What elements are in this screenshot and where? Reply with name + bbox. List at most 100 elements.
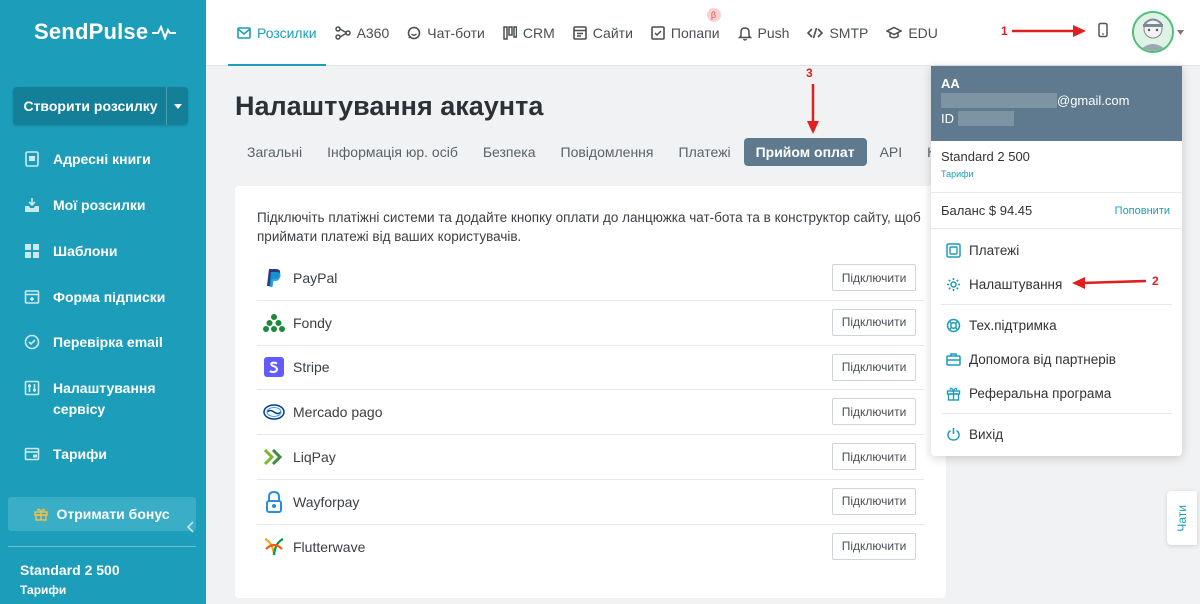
list-item: Fondy Підключити bbox=[257, 301, 924, 346]
liqpay-icon bbox=[263, 446, 285, 468]
gift-icon bbox=[34, 508, 49, 521]
avatar[interactable] bbox=[1132, 11, 1174, 53]
gift-icon bbox=[945, 385, 961, 401]
page-title: Налаштування акаунта bbox=[235, 91, 544, 121]
sidebar-item-label: Мої розсилки bbox=[53, 197, 146, 213]
power-icon bbox=[945, 426, 961, 442]
tab-legal-info[interactable]: Інформація юр. осіб bbox=[315, 138, 470, 166]
account-balance: Баланс $ 94.45 bbox=[941, 203, 1033, 218]
create-campaign-button[interactable]: Створити розсилку bbox=[13, 87, 188, 125]
address-book-icon bbox=[24, 151, 40, 167]
topnav-item-sites[interactable]: Сайти bbox=[564, 0, 642, 66]
topnav-item-smtp[interactable]: SMTP bbox=[798, 0, 877, 66]
graduation-cap-icon bbox=[886, 26, 903, 40]
provider-name: Wayforpay bbox=[293, 493, 360, 510]
chevron-down-icon[interactable] bbox=[1177, 27, 1184, 37]
connect-wayforpay-button[interactable]: Підключити bbox=[832, 487, 916, 515]
logo[interactable]: SendPulse bbox=[34, 19, 177, 45]
sidebar: SendPulse Створити розсилку Адресні книг… bbox=[0, 0, 206, 604]
chevron-down-icon[interactable] bbox=[166, 87, 188, 125]
pulse-icon bbox=[152, 24, 177, 40]
topnav-item-edu[interactable]: EDU bbox=[877, 0, 947, 66]
sidebar-item-templates[interactable]: Шаблони bbox=[0, 241, 137, 262]
connect-liqpay-button[interactable]: Підключити bbox=[832, 443, 916, 471]
topnav-label: EDU bbox=[908, 25, 938, 41]
menu-item-partners[interactable]: Допомога від партнерів bbox=[931, 342, 1182, 376]
topnav-label: SMTP bbox=[829, 25, 869, 41]
tab-general[interactable]: Загальні bbox=[235, 138, 314, 166]
provider-name: Fondy bbox=[293, 314, 332, 331]
list-item: LiqPay Підключити bbox=[257, 435, 924, 480]
automation-icon bbox=[334, 26, 351, 40]
sidebar-divider bbox=[8, 546, 196, 547]
account-plan-link[interactable]: Тарифи bbox=[941, 169, 1172, 179]
redacted-block bbox=[941, 93, 1057, 108]
connect-mercado-pago-button[interactable]: Підключити bbox=[832, 398, 916, 426]
account-balance-row: Баланс $ 94.45 Поповнити bbox=[931, 193, 1182, 229]
topnav-item-popups[interactable]: Попапи β bbox=[642, 0, 729, 66]
settings-tabs: Загальні Інформація юр. осіб Безпека Пов… bbox=[235, 138, 948, 166]
annotation-number-1: 1 bbox=[1001, 24, 1008, 38]
tab-payments[interactable]: Платежі bbox=[667, 138, 743, 166]
topnav-item-push[interactable]: Push bbox=[729, 0, 799, 66]
mobile-app-icon[interactable] bbox=[1098, 22, 1108, 41]
account-plan-name: Standard 2 500 bbox=[941, 149, 1030, 164]
sidebar-item-label: Перевірка email bbox=[53, 334, 163, 350]
menu-item-referral[interactable]: Реферальна програма bbox=[931, 376, 1182, 410]
topnav-label: Сайти bbox=[592, 25, 633, 41]
provider-name: Flutterwave bbox=[293, 539, 366, 556]
account-menu-header: AA @gmail.com ID bbox=[931, 66, 1182, 141]
chat-tab[interactable]: Чати bbox=[1167, 491, 1197, 545]
chatbot-icon bbox=[407, 26, 421, 40]
connect-flutterwave-button[interactable]: Підключити bbox=[832, 532, 916, 560]
sidebar-item-address-books[interactable]: Адресні книги bbox=[0, 149, 171, 170]
bell-icon bbox=[737, 26, 752, 41]
sidebar-item-email-check[interactable]: Перевірка email bbox=[0, 332, 183, 353]
get-bonus-label: Отримати бонус bbox=[56, 506, 170, 522]
menu-item-settings[interactable]: Налаштування bbox=[931, 267, 1182, 301]
collapse-sidebar-icon[interactable] bbox=[186, 520, 198, 540]
tab-security[interactable]: Безпека bbox=[471, 138, 548, 166]
sidebar-item-service-settings[interactable]: Налаштування сервісу bbox=[0, 378, 206, 420]
service-settings-icon bbox=[24, 380, 40, 396]
pricing-icon bbox=[24, 446, 40, 462]
topnav-item-campaigns[interactable]: Розсилки bbox=[228, 0, 326, 66]
mercado-pago-icon bbox=[263, 401, 285, 423]
top-bar: Розсилки A360 Чат-боти CRM Сайти Попапи … bbox=[206, 0, 1200, 66]
tab-api[interactable]: API bbox=[868, 138, 915, 166]
top-nav: Розсилки A360 Чат-боти CRM Сайти Попапи … bbox=[228, 0, 947, 66]
pricing-link[interactable]: Тарифи bbox=[20, 583, 66, 597]
connect-fondy-button[interactable]: Підключити bbox=[832, 308, 916, 336]
sidebar-item-label: Налаштування сервісу bbox=[53, 380, 156, 417]
menu-item-logout[interactable]: Вихід bbox=[931, 417, 1182, 451]
sidebar-item-pricing[interactable]: Тарифи bbox=[0, 444, 127, 465]
topup-link[interactable]: Поповнити bbox=[1115, 205, 1170, 217]
menu-item-support[interactable]: Тех.підтримка bbox=[931, 308, 1182, 342]
annotation-number-2: 2 bbox=[1152, 274, 1159, 288]
tab-accept-payments[interactable]: Прийом оплат bbox=[743, 138, 867, 166]
connect-paypal-button[interactable]: Підключити bbox=[832, 264, 916, 291]
topnav-label: Попапи bbox=[670, 25, 720, 41]
chat-tab-label: Чати bbox=[1175, 504, 1189, 532]
topnav-item-chatbots[interactable]: Чат-боти bbox=[398, 0, 494, 66]
connect-stripe-button[interactable]: Підключити bbox=[832, 353, 916, 381]
sidebar-item-campaigns[interactable]: Мої розсилки bbox=[0, 195, 165, 216]
list-item: Flutterwave Підключити bbox=[257, 525, 924, 570]
menu-item-payments[interactable]: Платежі bbox=[931, 233, 1182, 267]
tab-notifications[interactable]: Повідомлення bbox=[549, 138, 666, 166]
support-icon bbox=[945, 317, 961, 333]
account-menu-items: Платежі Налаштування Тех.підтримка Допом… bbox=[931, 229, 1182, 455]
sidebar-item-subscription-form[interactable]: Форма підписки bbox=[0, 287, 185, 308]
topnav-item-crm[interactable]: CRM bbox=[494, 0, 564, 66]
email-suffix: @gmail.com bbox=[1057, 93, 1130, 108]
account-name: AA bbox=[941, 76, 960, 91]
get-bonus-button[interactable]: Отримати бонус bbox=[8, 497, 196, 531]
topnav-item-a360[interactable]: A360 bbox=[326, 0, 399, 66]
providers-list: PayPal Підключити Fondy Підключити Strip… bbox=[257, 256, 924, 570]
account-email: @gmail.com bbox=[941, 93, 1129, 108]
templates-icon bbox=[24, 243, 40, 259]
account-id: ID bbox=[941, 111, 1014, 126]
paypal-icon bbox=[263, 267, 285, 289]
topnav-label: CRM bbox=[522, 25, 555, 41]
crm-icon bbox=[503, 26, 517, 40]
